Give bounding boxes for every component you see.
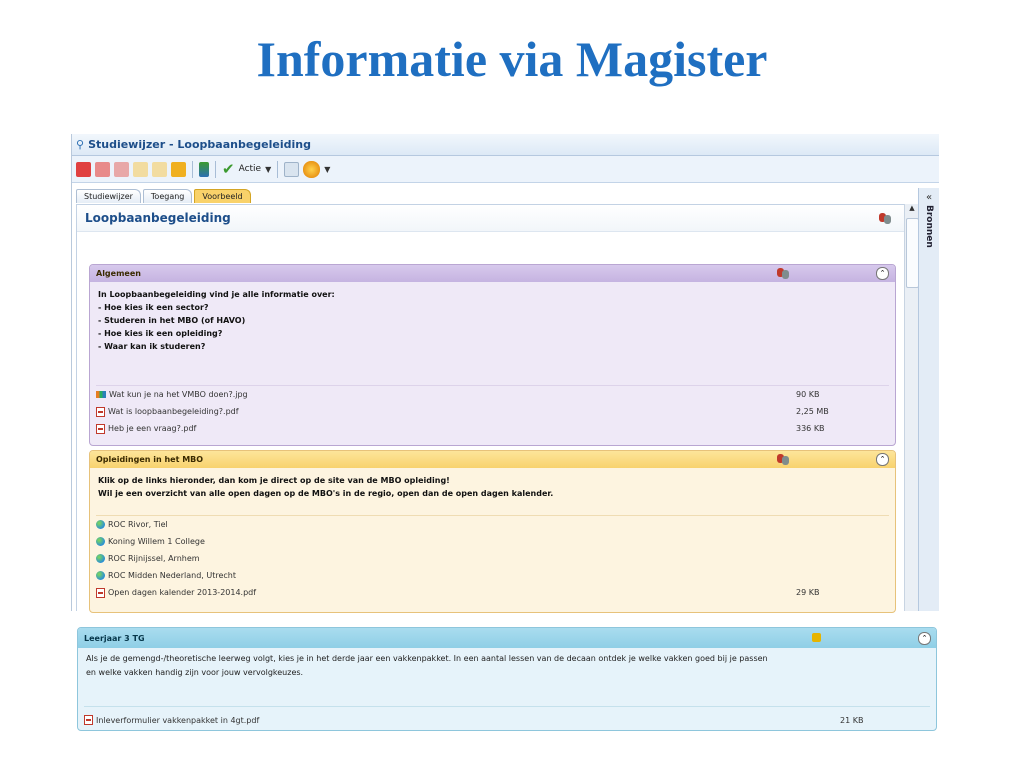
web-link-icon [96,520,105,529]
link-name[interactable]: ROC Rivor, Tiel [108,520,168,529]
window-title: Studiewijzer - Loopbaanbegeleiding [88,138,311,151]
double-chevron-left-icon[interactable]: « [919,192,939,203]
toolbar-separator [277,160,279,178]
file-size: 336 KB [796,424,825,433]
sort-icon[interactable] [199,161,209,177]
collapse-icon[interactable]: ⌃ [918,632,931,645]
file-row[interactable]: Heb je een vraag?.pdf 336 KB [96,420,889,437]
description-line: Als je de gemengd-/theoretische leerweg … [86,654,768,663]
section-algemeen: Algemeen ⌃ In Loopbaanbegeleiding vind j… [89,264,896,446]
file-list: Wat kun je na het VMBO doen?.jpg 90 KB W… [96,385,889,437]
people-icon[interactable] [777,454,789,465]
description-line: - Waar kan ik studeren? [98,342,206,351]
chevron-down-icon[interactable]: ▼ [324,165,330,174]
file-row[interactable]: Open dagen kalender 2013-2014.pdf 29 KB [96,584,889,601]
toolbar: ✔ Actie ▼ ▼ [72,156,939,183]
section-header[interactable]: Algemeen ⌃ [90,265,895,282]
slide-title: Informatie via Magister [256,31,768,87]
section-opleidingen-mbo: Opleidingen in het MBO ⌃ Klik op de link… [89,450,896,613]
section-title: Algemeen [96,269,141,278]
sidebar-label: Bronnen [924,205,934,248]
link-name[interactable]: Koning Willem 1 College [108,537,205,546]
link-row[interactable]: Koning Willem 1 College [96,533,889,550]
link-name[interactable]: ROC Rijnijssel, Arnhem [108,554,200,563]
vertical-scrollbar[interactable]: ▲ [904,204,919,611]
toolbar-separator [192,160,193,178]
web-link-icon [96,571,105,580]
file-name[interactable]: Open dagen kalender 2013-2014.pdf [108,588,256,597]
file-row[interactable]: Wat kun je na het VMBO doen?.jpg 90 KB [96,386,889,403]
content-title: Loopbaanbegeleiding [85,211,231,225]
lock-icon[interactable] [812,633,821,642]
pdf-icon [84,715,93,725]
file-name[interactable]: Wat kun je na het VMBO doen?.jpg [109,390,248,399]
link-row[interactable]: ROC Rijnijssel, Arnhem [96,550,889,567]
file-size: 2,25 MB [796,407,829,416]
copy-icon[interactable] [152,161,167,177]
file-size: 29 KB [796,588,820,597]
section-header[interactable]: Opleidingen in het MBO ⌃ [90,451,895,468]
action-menu-button[interactable]: Actie [239,164,262,174]
tab-bar: Studiewijzer Toegang Voorbeeld [76,188,251,203]
section-title: Opleidingen in het MBO [96,455,204,464]
section-description: Klik op de links hieronder, dan kom je d… [90,468,895,500]
tab-studiewijzer[interactable]: Studiewijzer [76,189,141,203]
file-size: 21 KB [840,715,864,725]
chevron-down-icon[interactable]: ▼ [265,165,271,174]
file-list: Inleverformulier vakkenpakket in 4gt.pdf… [84,706,930,730]
tab-voorbeeld[interactable]: Voorbeeld [194,189,251,203]
section-title: Leerjaar 3 TG [84,633,145,643]
file-name[interactable]: Inleverformulier vakkenpakket in 4gt.pdf [96,716,259,725]
file-size: 90 KB [796,390,820,399]
content-header: Loopbaanbegeleiding [77,205,905,232]
description-line: In Loopbaanbegeleiding vind je alle info… [98,290,335,299]
web-link-icon [96,537,105,546]
section-description: Als je de gemengd-/theoretische leerweg … [78,648,936,680]
collapse-icon[interactable]: ⌃ [876,453,889,466]
link-row[interactable]: ROC Rivor, Tiel [96,516,889,533]
file-row[interactable]: Wat is loopbaanbegeleiding?.pdf 2,25 MB [96,403,889,420]
pin-icon[interactable]: ⚲ [76,138,84,151]
people-icon[interactable] [879,213,891,224]
pdf-icon [96,423,105,434]
link-name[interactable]: ROC Midden Nederland, Utrecht [108,571,236,580]
refresh-icon[interactable] [171,161,186,177]
description-line: en welke vakken handig zijn voor jouw ve… [86,668,304,677]
scroll-up-icon[interactable]: ▲ [905,204,919,212]
toolbar-separator [215,160,216,178]
description-line: - Studeren in het MBO (of HAVO) [98,316,246,325]
image-file-icon [96,391,106,398]
sources-sidebar[interactable]: « Bronnen [918,188,939,611]
web-link-icon [96,554,105,563]
window-titlebar: ⚲ Studiewijzer - Loopbaanbegeleiding [72,134,939,156]
globe-icon[interactable] [303,160,321,178]
play-icon[interactable] [284,161,300,177]
description-line: - Hoe kies ik een sector? [98,303,209,312]
pdf-icon [96,587,105,598]
add-icon[interactable] [76,161,91,177]
section-leerjaar-3-tg: Leerjaar 3 TG ⌃ Als je de gemengd-/theor… [77,627,937,731]
description-line: Klik op de links hieronder, dan kom je d… [98,476,450,485]
collapse-icon[interactable]: ⌃ [876,267,889,280]
description-line: - Hoe kies ik een opleiding? [98,329,223,338]
file-row[interactable]: Inleverformulier vakkenpakket in 4gt.pdf… [84,707,930,730]
section-header[interactable]: Leerjaar 3 TG ⌃ [78,628,936,648]
tab-toegang[interactable]: Toegang [142,189,193,203]
description-line: Wil je een overzicht van alle open dagen… [98,489,554,498]
link-list: ROC Rivor, Tiel Koning Willem 1 College … [96,515,889,601]
remove-icon[interactable] [95,161,110,177]
pdf-icon [96,406,105,417]
checkmark-icon[interactable]: ✔ [222,161,235,177]
edit-icon[interactable] [133,161,148,177]
file-name[interactable]: Wat is loopbaanbegeleiding?.pdf [108,407,239,416]
section-description: In Loopbaanbegeleiding vind je alle info… [90,282,895,353]
people-icon[interactable] [777,268,789,279]
file-name[interactable]: Heb je een vraag?.pdf [108,424,196,433]
link-row[interactable]: ROC Midden Nederland, Utrecht [96,567,889,584]
move-up-icon[interactable] [114,161,129,177]
